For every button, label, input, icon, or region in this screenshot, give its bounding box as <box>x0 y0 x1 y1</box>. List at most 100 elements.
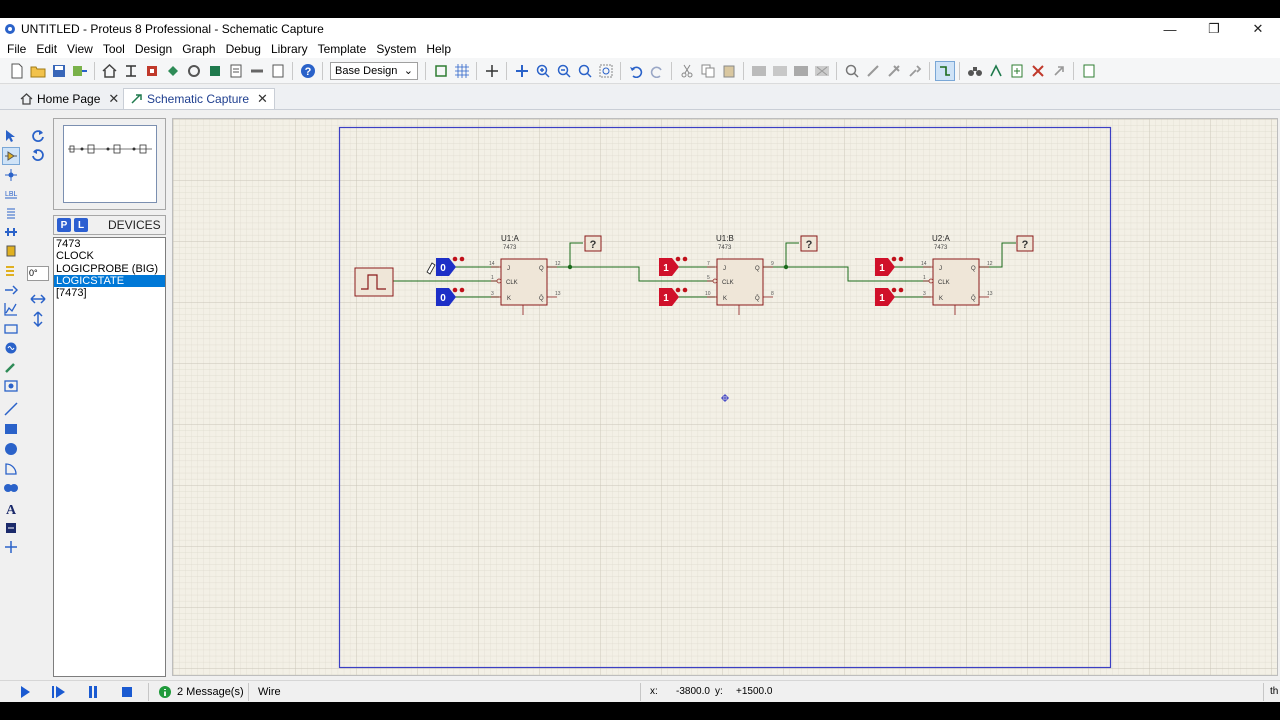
buses-icon[interactable] <box>2 223 20 241</box>
block-copy-icon[interactable] <box>749 61 769 81</box>
tab-schematic-capture[interactable]: Schematic Capture ✕ <box>123 88 275 109</box>
pick-devices-button[interactable]: P <box>57 218 71 232</box>
marker-tool-icon[interactable] <box>2 538 20 556</box>
units-indicator[interactable]: th <box>1270 685 1278 699</box>
circle-tool-icon[interactable] <box>2 440 20 458</box>
menu-system[interactable]: System <box>371 40 421 58</box>
menu-view[interactable]: View <box>62 40 98 58</box>
copy-icon[interactable] <box>698 61 718 81</box>
exit-to-parent-icon[interactable] <box>1049 61 1069 81</box>
terminals-icon[interactable] <box>2 262 20 280</box>
component-mode-icon[interactable] <box>2 147 20 165</box>
paste-icon[interactable] <box>719 61 739 81</box>
mirror-vertical-icon[interactable] <box>29 310 47 328</box>
device-item-logicstate[interactable]: LOGICSTATE <box>54 274 165 288</box>
menu-debug[interactable]: Debug <box>221 40 266 58</box>
pcb-layout-icon[interactable] <box>142 61 162 81</box>
cut-icon[interactable] <box>677 61 697 81</box>
zoom-out-icon[interactable] <box>554 61 574 81</box>
pan-icon[interactable] <box>512 61 532 81</box>
device-pins-icon[interactable] <box>2 281 20 299</box>
messages-count[interactable]: 2 Message(s) <box>177 685 244 699</box>
mirror-horizontal-icon[interactable] <box>29 290 47 308</box>
netlist-icon[interactable] <box>1079 61 1099 81</box>
clock-generator[interactable] <box>354 267 394 297</box>
tab-home-page[interactable]: Home Page ✕ <box>14 88 125 109</box>
device-item-clock[interactable]: CLOCK <box>54 250 165 262</box>
bill-of-materials-icon[interactable] <box>226 61 246 81</box>
remove-sheet-icon[interactable] <box>1028 61 1048 81</box>
3d-viewer-icon[interactable] <box>163 61 183 81</box>
path-tool-icon[interactable] <box>2 479 20 497</box>
junction-dot-icon[interactable] <box>2 166 20 184</box>
schematic-capture-icon[interactable] <box>121 61 141 81</box>
search-tag-icon[interactable] <box>965 61 985 81</box>
overview-window[interactable] <box>63 125 157 203</box>
step-button[interactable] <box>51 684 67 700</box>
schematic-canvas[interactable]: 0 0 1 1 1 1 U1:A 7473 J CLK K Q Q̄ 14 1 … <box>173 119 1278 676</box>
library-manager-button[interactable]: L <box>74 218 88 232</box>
symbol-tool-icon[interactable] <box>2 519 20 537</box>
minimize-button[interactable]: — <box>1148 18 1192 40</box>
open-folder-icon[interactable] <box>28 61 48 81</box>
zoom-area-icon[interactable] <box>596 61 616 81</box>
notes-icon[interactable] <box>268 61 288 81</box>
origin-icon[interactable] <box>482 61 502 81</box>
save-icon[interactable] <box>49 61 69 81</box>
zoom-in-icon[interactable] <box>533 61 553 81</box>
design-explorer-icon[interactable] <box>205 61 225 81</box>
stop-button[interactable] <box>119 684 135 700</box>
source-code-icon[interactable] <box>247 61 267 81</box>
menu-help[interactable]: Help <box>421 40 456 58</box>
menu-edit[interactable]: Edit <box>31 40 62 58</box>
schematic-editing-window[interactable]: 0 0 1 1 1 1 U1:A 7473 J CLK K Q Q̄ 14 1 … <box>172 118 1278 676</box>
pick-device-icon[interactable] <box>842 61 862 81</box>
menu-graph[interactable]: Graph <box>177 40 220 58</box>
import-icon[interactable] <box>70 61 90 81</box>
menu-library[interactable]: Library <box>266 40 313 58</box>
device-item-logicprobe-big[interactable]: LOGICPROBE (BIG) <box>54 263 165 275</box>
menu-design[interactable]: Design <box>130 40 177 58</box>
subcircuit-icon[interactable] <box>2 242 20 260</box>
wire-autorouter-icon[interactable] <box>934 60 955 81</box>
make-device-icon[interactable] <box>863 61 883 81</box>
rotate-clockwise-icon[interactable] <box>29 127 47 145</box>
block-delete-icon[interactable] <box>812 61 832 81</box>
new-sheet-icon[interactable] <box>1007 61 1027 81</box>
play-button[interactable] <box>17 684 33 700</box>
close-button[interactable]: ✕ <box>1236 18 1280 40</box>
overview-panel[interactable] <box>53 118 166 210</box>
logic-probe-1[interactable]: ? <box>584 235 602 252</box>
decompose-icon[interactable] <box>905 61 925 81</box>
refresh-icon[interactable] <box>431 61 451 81</box>
block-move-icon[interactable] <box>770 61 790 81</box>
text-script-icon[interactable] <box>2 204 20 222</box>
voltage-probe-icon[interactable] <box>2 358 20 376</box>
close-tab-icon[interactable]: ✕ <box>108 91 119 107</box>
block-rotate-icon[interactable] <box>791 61 811 81</box>
packaging-tool-icon[interactable] <box>884 61 904 81</box>
help-icon[interactable]: ? <box>298 61 318 81</box>
pause-button[interactable] <box>85 684 101 700</box>
menu-tool[interactable]: Tool <box>98 40 130 58</box>
zoom-all-icon[interactable] <box>575 61 595 81</box>
undo-icon[interactable] <box>626 61 646 81</box>
virtual-instruments-icon[interactable] <box>2 377 20 395</box>
close-tab-icon[interactable]: ✕ <box>257 91 268 107</box>
device-item-7473-bracketed[interactable]: [7473] <box>54 287 165 299</box>
box-tool-icon[interactable] <box>2 420 20 438</box>
property-assignment-icon[interactable] <box>986 61 1006 81</box>
redo-icon[interactable] <box>647 61 667 81</box>
tape-recorder-icon[interactable] <box>2 320 20 338</box>
selection-mode-icon[interactable] <box>2 127 20 145</box>
design-variant-select[interactable]: Base Design ⌄ <box>330 61 418 80</box>
maximize-button[interactable]: ❐ <box>1192 18 1236 40</box>
home-icon[interactable] <box>100 61 120 81</box>
gerber-icon[interactable] <box>184 61 204 81</box>
logic-probe-3[interactable]: ? <box>1016 235 1034 252</box>
text-tool-icon[interactable]: A <box>2 499 20 517</box>
logic-probe-2[interactable]: ? <box>800 235 818 252</box>
menu-file[interactable]: File <box>2 40 31 58</box>
new-file-icon[interactable] <box>7 61 27 81</box>
menu-template[interactable]: Template <box>313 40 372 58</box>
